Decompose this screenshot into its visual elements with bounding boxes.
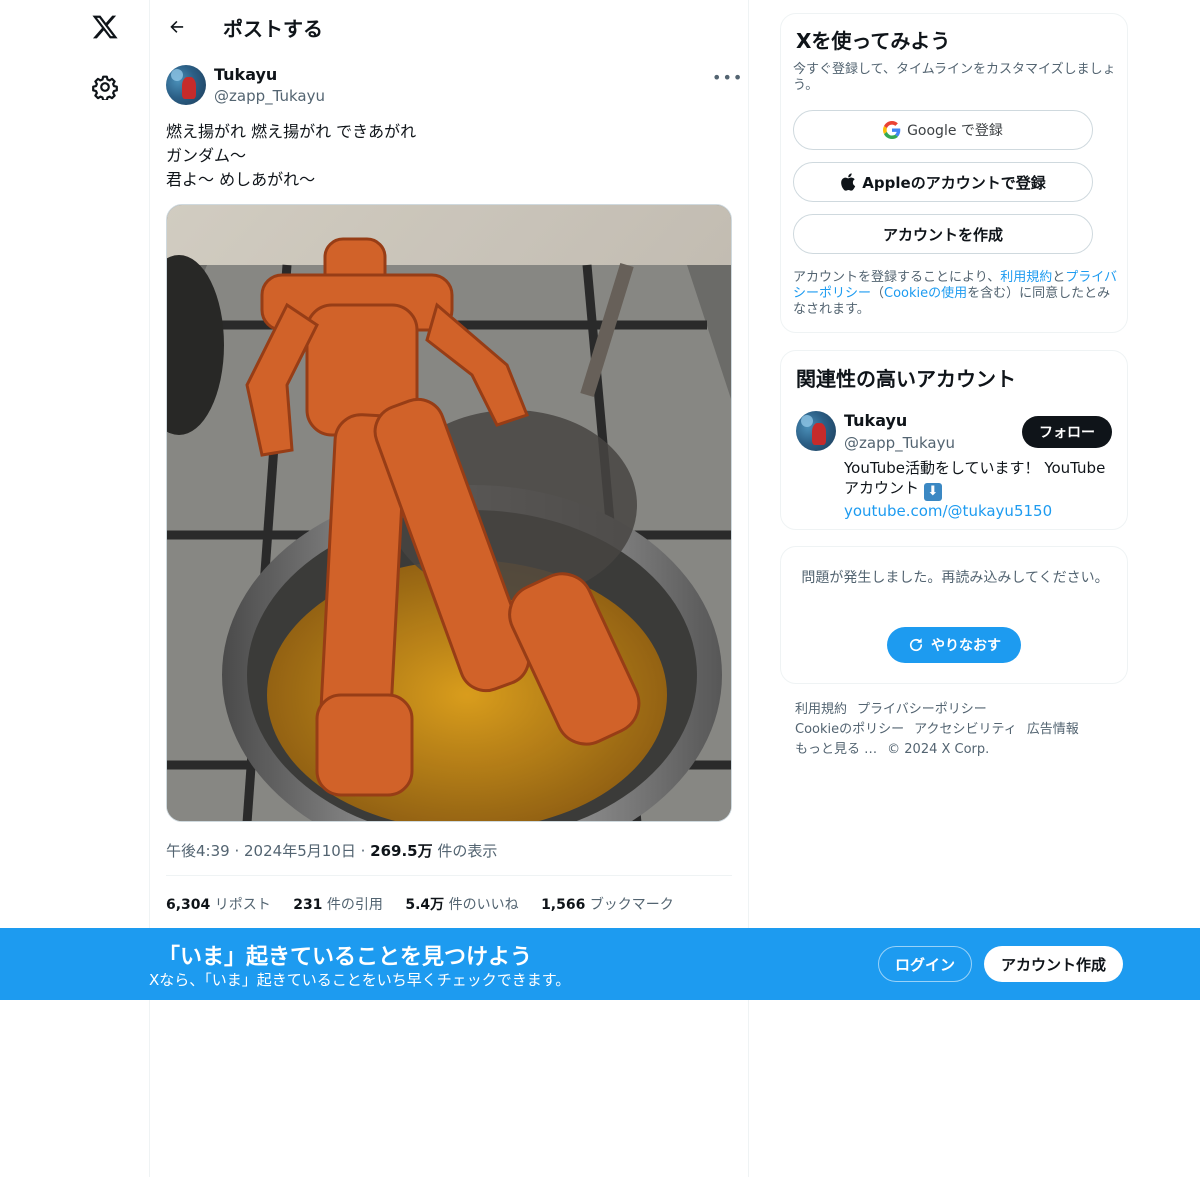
post-text: 燃え揚がれ 燃え揚がれ できあがれ ガンダム〜 君よ〜 めしあがれ〜	[166, 120, 726, 192]
stat-reposts[interactable]: 6,304 リポスト	[166, 897, 271, 913]
views-count: 269.5万	[370, 842, 433, 860]
terms-link[interactable]: 利用規約	[1000, 270, 1052, 285]
signup-legal-text: アカウントを登録することにより、利用規約とプライバシーポリシー（Cookieの使…	[793, 270, 1118, 317]
author-name[interactable]: Tukayu	[214, 65, 277, 84]
x-logo-icon[interactable]	[91, 13, 119, 41]
post-time[interactable]: 午後4:39	[166, 842, 230, 860]
refresh-icon	[907, 636, 925, 654]
main-column: ポストする Tukayu @zapp_Tukayu ••• 燃え揚がれ 燃え揚が…	[149, 0, 749, 1177]
copyright: © 2024 X Corp.	[887, 742, 990, 757]
post-text-line: ガンダム〜	[166, 146, 247, 165]
banner-title: 「いま」起きていることを見つけよう	[158, 945, 533, 970]
footer-link-privacy[interactable]: プライバシーポリシー	[857, 702, 987, 717]
divider	[166, 875, 732, 876]
retry-label: やりなおす	[931, 638, 1001, 654]
apple-signup-button[interactable]: Appleのアカウントで登録	[793, 162, 1093, 202]
left-nav	[0, 0, 150, 1177]
relevant-accounts-card: 関連性の高いアカウント Tukayu @zapp_Tukayu フォロー You…	[780, 350, 1128, 530]
cookie-link[interactable]: Cookieの使用	[884, 286, 967, 301]
account-bio: YouTube活動をしています！ YouTubeアカウント ⬇ youtube.…	[844, 459, 1106, 520]
google-signup-button[interactable]: Google で登録	[793, 110, 1093, 150]
footer-link-more[interactable]: もっと見る …	[795, 742, 877, 757]
author-handle[interactable]: @zapp_Tukayu	[214, 87, 325, 105]
retry-button[interactable]: やりなおす	[887, 627, 1021, 663]
post-image[interactable]	[166, 204, 732, 822]
page-title: ポストする	[223, 17, 323, 41]
post-stats: 6,304 リポスト 231 件の引用 5.4万 件のいいね 1,566 ブック…	[166, 894, 692, 914]
banner-subtitle: Xなら、「いま」起きていることをいち早くチェックできます。	[149, 971, 571, 989]
post-text-line: 君よ〜 めしあがれ〜	[166, 170, 316, 189]
follow-button[interactable]: フォロー	[1022, 416, 1112, 448]
avatar[interactable]	[166, 65, 206, 105]
google-icon	[883, 121, 901, 139]
post-date[interactable]: 2024年5月10日	[244, 842, 356, 860]
fried-robot-photo	[167, 205, 731, 821]
bottom-banner: 「いま」起きていることを見つけよう Xなら、「いま」起きていることをいち早くチェ…	[0, 928, 1200, 1000]
page-header: ポストする	[150, 0, 749, 53]
footer-link-terms[interactable]: 利用規約	[795, 702, 847, 717]
signup-button[interactable]: アカウント作成	[984, 946, 1123, 982]
post-meta: 午後4:39 · 2024年5月10日 · 269.5万 件の表示	[166, 842, 498, 860]
arrow-left-icon[interactable]	[166, 16, 188, 38]
apple-icon	[840, 173, 856, 191]
relevant-accounts-title: 関連性の高いアカウント	[796, 367, 1016, 391]
stat-bookmarks[interactable]: 1,566 ブックマーク	[541, 897, 674, 913]
error-card: 問題が発生しました。再読み込みしてください。 やりなおす	[780, 546, 1128, 684]
stat-likes[interactable]: 5.4万 件のいいね	[405, 897, 518, 913]
footer-link-accessibility[interactable]: アクセシビリティ	[914, 722, 1017, 737]
login-button[interactable]: ログイン	[878, 946, 972, 982]
account-name[interactable]: Tukayu	[844, 411, 907, 430]
bio-link[interactable]: youtube.com/@tukayu5150	[844, 502, 1052, 520]
google-signup-label: Google で登録	[907, 123, 1003, 139]
down-arrow-icon: ⬇	[923, 483, 942, 501]
apple-signup-label: Appleのアカウントで登録	[862, 173, 1046, 192]
more-horizontal-icon[interactable]: •••	[712, 68, 743, 87]
stat-quotes[interactable]: 231 件の引用	[293, 897, 383, 913]
error-message: 問題が発生しました。再読み込みしてください。	[801, 570, 1109, 586]
signup-title: Xを使ってみよう	[796, 29, 951, 53]
create-account-label: アカウントを作成	[882, 225, 1003, 244]
footer-links: 利用規約 プライバシーポリシー Cookieのポリシー アクセシビリティ 広告情報 も…	[795, 700, 1125, 760]
create-account-button[interactable]: アカウントを作成	[793, 214, 1093, 254]
views-label: 件の表示	[437, 842, 498, 860]
avatar[interactable]	[796, 411, 836, 451]
signup-card: Xを使ってみよう 今すぐ登録して、タイムラインをカスタマイズしましょう。 Goo…	[780, 13, 1128, 333]
footer-link-cookie[interactable]: Cookieのポリシー	[795, 722, 904, 737]
signup-subtitle: 今すぐ登録して、タイムラインをカスタマイズしましょう。	[793, 62, 1116, 93]
account-handle[interactable]: @zapp_Tukayu	[844, 434, 955, 452]
post-text-line: 燃え揚がれ 燃え揚がれ できあがれ	[166, 122, 417, 141]
footer-link-ads[interactable]: 広告情報	[1027, 722, 1079, 737]
gear-icon[interactable]	[92, 74, 118, 102]
